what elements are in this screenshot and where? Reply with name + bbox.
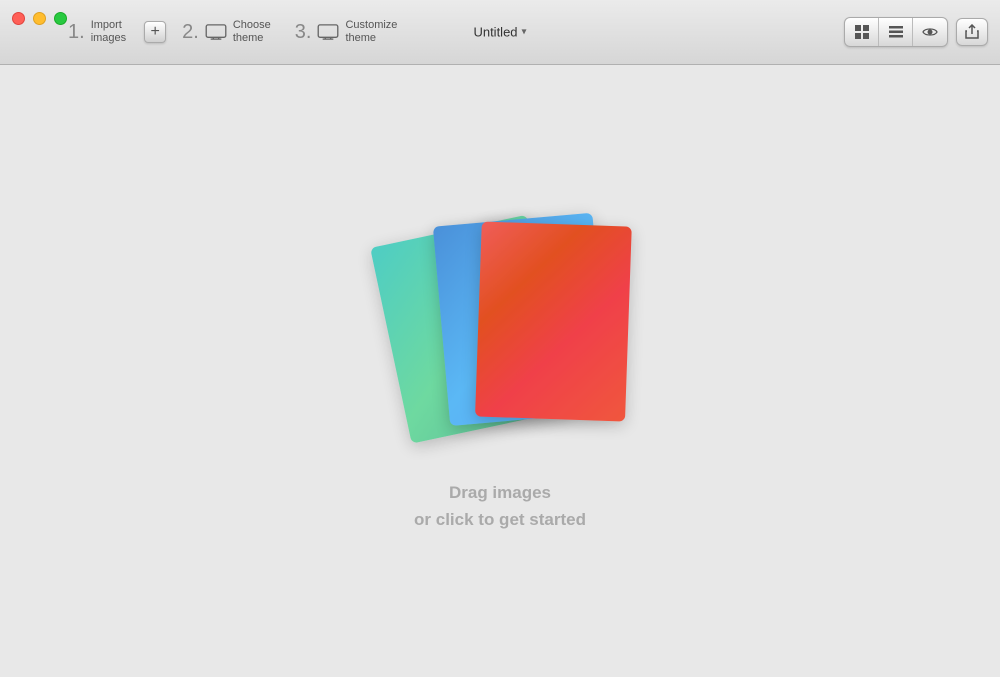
drag-text: Drag images or click to get started: [414, 479, 586, 533]
step-2-number: 2.: [182, 22, 199, 42]
step-3-number: 3.: [295, 22, 312, 42]
grid-view-button[interactable]: [845, 18, 879, 46]
step-1-item[interactable]: 1. Import images: [60, 15, 134, 49]
monitor-icon: [205, 24, 227, 40]
step-1-label: Import images: [91, 19, 126, 45]
cards-illustration: [390, 209, 610, 449]
title-bar: Untitled ▾ 1. Import images + 2.: [0, 0, 1000, 65]
add-images-button[interactable]: +: [144, 21, 166, 43]
share-button[interactable]: [956, 18, 988, 46]
card-red: [475, 221, 632, 421]
list-view-button[interactable]: [879, 18, 913, 46]
preview-button[interactable]: [913, 18, 947, 46]
toolbar-steps: 1. Import images + 2. Choose: [60, 0, 405, 64]
minimize-button[interactable]: [33, 12, 46, 25]
view-controls: [844, 17, 948, 47]
toolbar-right: [844, 17, 988, 47]
step-2-label: Choose theme: [233, 19, 271, 45]
close-button[interactable]: [12, 12, 25, 25]
window-title: Untitled ▾: [473, 25, 526, 40]
traffic-lights: [12, 12, 67, 25]
maximize-button[interactable]: [54, 12, 67, 25]
main-content[interactable]: Drag images or click to get started: [0, 65, 1000, 677]
window-title-text: Untitled: [473, 25, 517, 40]
step-1-number: 1.: [68, 22, 85, 42]
window-title-chevron[interactable]: ▾: [522, 27, 527, 38]
step-2-item[interactable]: 2. Choose theme: [174, 15, 279, 49]
step-3-item[interactable]: 3. Customize theme: [287, 15, 406, 49]
customize-monitor-icon: [317, 24, 339, 40]
step-3-label: Customize theme: [345, 19, 397, 45]
